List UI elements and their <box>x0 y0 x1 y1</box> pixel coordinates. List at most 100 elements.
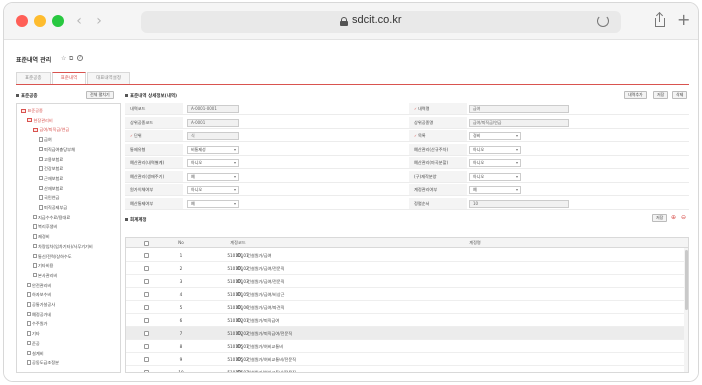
row-checkbox[interactable] <box>144 292 149 297</box>
field-select[interactable]: 아니오 <box>469 159 521 167</box>
row-checkbox[interactable] <box>144 253 149 258</box>
table-row[interactable]: 5 51010106 건설원가/급여/파견직 <box>126 301 684 314</box>
accounts-save-button[interactable]: 저장 <box>652 214 668 222</box>
table-row[interactable]: 9 51010502 건설원가/여비교통비/전문직 <box>126 353 684 366</box>
tree-item[interactable]: 퇴직급여충당부채 <box>39 146 75 153</box>
tree-item[interactable]: 급여 <box>39 137 52 143</box>
tree-item[interactable]: 현장관리비 <box>27 118 53 124</box>
row-checkbox[interactable] <box>144 370 149 372</box>
table-row[interactable]: 6 51010201 건설원가/퇴직급여 <box>126 314 684 327</box>
tab-2[interactable]: 대표내역설정 <box>87 72 130 84</box>
share-icon[interactable] <box>655 11 665 27</box>
tree-item[interactable]: 통신/전력/상하수도 <box>33 253 72 260</box>
field-select[interactable]: 예 <box>187 172 239 181</box>
field-select[interactable]: 경비 <box>469 132 521 140</box>
address-bar[interactable]: sdcit.co.kr <box>141 11 621 33</box>
search-icon[interactable] <box>237 266 241 270</box>
remove-row-icon[interactable]: ⊖ <box>681 214 686 221</box>
search-icon[interactable] <box>237 331 241 335</box>
new-tab-icon[interactable]: + <box>677 11 690 29</box>
reload-icon[interactable] <box>597 15 609 27</box>
tree-item[interactable]: 산재보험료 <box>39 185 63 192</box>
close-window-button[interactable] <box>16 15 28 27</box>
row-checkbox[interactable] <box>144 344 149 349</box>
open-window-icon[interactable]: ⧉ <box>69 55 73 63</box>
tree-item[interactable]: 공통가설공사 <box>27 302 55 308</box>
tree-item[interactable]: 준공 <box>27 340 40 347</box>
tree-item[interactable]: 차량임차(임차기타)/사무기기비 <box>33 243 93 250</box>
tree-item[interactable]: 설계비 <box>27 350 44 357</box>
tree-item[interactable]: 표준공종 <box>21 108 43 114</box>
tree-item[interactable]: 하자보수비 <box>27 292 51 298</box>
tree-item[interactable]: 예정공가네 <box>27 311 51 318</box>
search-icon[interactable] <box>237 357 241 361</box>
tree-item[interactable]: 복리후생비 <box>33 224 57 230</box>
field-input[interactable]: A-0001-0001 <box>187 105 239 113</box>
row-checkbox[interactable] <box>144 305 149 310</box>
tree-item[interactable]: 고용보험료 <box>39 156 63 163</box>
tree-item[interactable]: 안전관리비 <box>27 282 51 289</box>
tab-0[interactable]: 표준공종 <box>16 72 51 84</box>
row-checkbox[interactable] <box>144 318 149 323</box>
tree-item[interactable]: 근재보험료 <box>39 175 63 182</box>
detail-button-2[interactable]: 삭제 <box>672 91 688 99</box>
table-row[interactable]: 1 51010101 건설원가/급여 <box>126 249 684 262</box>
table-row[interactable]: 7 51010202 건설원가/퇴직급여/전문직 <box>126 327 684 340</box>
field-input[interactable]: 급여 <box>469 105 569 113</box>
help-icon[interactable]: ? <box>77 55 83 61</box>
tree-item[interactable]: 국민연금 <box>39 195 59 201</box>
field-select[interactable]: 아니오 <box>469 145 521 154</box>
field-input[interactable]: 10 <box>469 199 569 208</box>
tree-item[interactable]: 급여/퇴직금/연금 <box>33 127 69 133</box>
search-icon[interactable] <box>237 305 241 309</box>
field-select[interactable]: 예 <box>187 199 239 208</box>
tree-item[interactable]: 퇴직공제부금 <box>39 205 67 211</box>
field-select[interactable]: 비통제성 <box>187 145 239 154</box>
minimize-window-button[interactable] <box>34 15 46 27</box>
row-checkbox[interactable] <box>144 357 149 362</box>
search-icon[interactable] <box>237 344 241 348</box>
field-select[interactable]: 아니오 <box>187 159 239 167</box>
select-all-checkbox[interactable] <box>144 240 149 246</box>
table-row[interactable]: 4 51010105 건설원가/급여/비상근 <box>126 288 684 301</box>
table-row[interactable]: 3 51010103 건설원가/급여/전문직 <box>126 275 684 288</box>
table-row[interactable]: 8 51010501 건설원가/여비교통비 <box>126 340 684 353</box>
tree-item[interactable]: 기타비용 <box>33 263 53 269</box>
search-icon[interactable] <box>237 292 241 296</box>
lock-icon <box>340 17 348 26</box>
field-input[interactable]: 급여/퇴직금/연금 <box>469 118 569 127</box>
field-input[interactable]: A-0001 <box>187 118 239 127</box>
add-row-icon[interactable]: ⊕ <box>671 214 676 221</box>
tree-item[interactable]: 본사관리비 <box>33 272 57 279</box>
table-scrollbar[interactable] <box>684 248 688 372</box>
tree-item[interactable]: 기타 <box>27 331 40 337</box>
tree-item[interactable]: 건강보험료 <box>39 166 63 172</box>
tree-item[interactable]: 제경비 <box>33 234 50 240</box>
tab-1[interactable]: 표준내역 <box>51 72 87 84</box>
search-icon[interactable] <box>237 253 241 257</box>
table-row[interactable]: 2 51010102 건설원가/급여/전문직 <box>126 262 684 275</box>
tree-item[interactable]: 지급수수료/용대료 <box>33 214 70 221</box>
row-checkbox[interactable] <box>144 331 149 336</box>
detail-button-1[interactable]: 저장 <box>653 91 669 99</box>
search-icon[interactable] <box>237 318 241 322</box>
row-checkbox[interactable] <box>144 279 149 284</box>
back-icon[interactable]: ‹ <box>72 12 86 30</box>
maximize-window-button[interactable] <box>52 15 64 27</box>
favorite-star-icon[interactable]: ☆ <box>61 55 66 62</box>
search-icon[interactable] <box>237 279 241 283</box>
forward-icon[interactable]: › <box>92 12 106 30</box>
field-select[interactable]: 아니오 <box>187 186 239 194</box>
scrollbar-thumb[interactable] <box>685 250 688 310</box>
row-checkbox[interactable] <box>144 266 149 271</box>
field-select[interactable]: 예 <box>469 186 521 194</box>
field-label: 예산통제여부 <box>125 197 183 209</box>
table-row[interactable]: 10 51010503 건설원가/여비교통비/전문직 <box>126 366 684 372</box>
search-icon[interactable] <box>237 370 241 372</box>
tree-item[interactable]: 수주원가 <box>27 321 47 327</box>
expand-all-button[interactable]: 전체 펼치기 <box>86 91 114 99</box>
field-select[interactable]: 아니오 <box>469 172 521 181</box>
field-input[interactable]: 식 <box>187 132 239 140</box>
detail-button-0[interactable]: 내역추가 <box>624 91 647 99</box>
tree-item[interactable]: 공동도급조정분 <box>27 360 59 366</box>
